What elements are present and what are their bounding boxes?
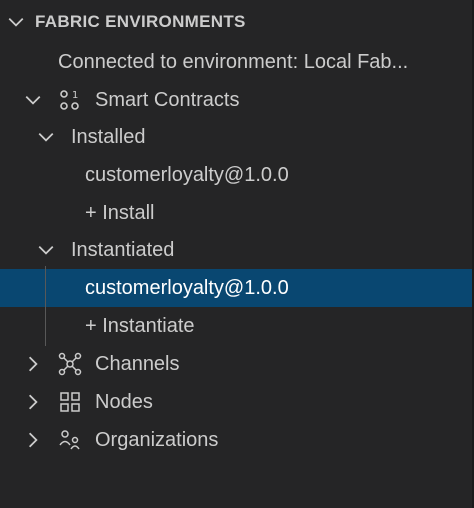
install-action-label: + Install: [85, 202, 155, 224]
instantiate-action[interactable]: + Instantiate: [0, 307, 472, 345]
tree-item-connection[interactable]: Connected to environment: Local Fab...: [0, 43, 472, 81]
chevron-right-icon: [28, 432, 38, 448]
installed-label: Installed: [71, 126, 146, 148]
tree-item-instantiated-contract[interactable]: customerloyalty@1.0.0: [0, 269, 472, 307]
smart-contracts-label: Smart Contracts: [95, 89, 240, 111]
tree-item-organizations[interactable]: Organizations: [0, 421, 472, 459]
channels-label: Channels: [95, 353, 180, 375]
section-header[interactable]: FABRIC ENVIRONMENTS: [0, 0, 472, 44]
instantiated-contract-label: customerloyalty@1.0.0: [85, 277, 289, 299]
smart-contracts-icon: 1: [60, 90, 79, 110]
nodes-label: Nodes: [95, 391, 153, 413]
chevron-right-icon: [28, 356, 38, 372]
svg-text:1: 1: [72, 90, 78, 101]
section-title: FABRIC ENVIRONMENTS: [35, 12, 246, 31]
chevron-down-icon: [38, 132, 54, 142]
instantiated-label: Instantiated: [71, 239, 175, 261]
install-action[interactable]: + Install: [0, 194, 472, 232]
tree-item-installed-contract[interactable]: customerloyalty@1.0.0: [0, 156, 472, 194]
tree-item-installed[interactable]: Installed: [0, 118, 472, 156]
channels-icon: [58, 352, 82, 376]
connection-label: Connected to environment: Local Fab...: [58, 51, 409, 73]
nodes-icon: [60, 392, 80, 412]
instantiate-action-label: + Instantiate: [85, 315, 195, 337]
chevron-down-icon: [8, 17, 24, 27]
chevron-down-icon: [38, 245, 54, 255]
organizations-icon: [59, 430, 80, 450]
indent-guide: [45, 266, 46, 346]
chevron-right-icon: [28, 394, 38, 410]
tree-item-smart-contracts[interactable]: 1 Smart Contracts: [0, 81, 472, 119]
fabric-environments-panel: FABRIC ENVIRONMENTS Connected to environ…: [0, 0, 474, 508]
organizations-label: Organizations: [95, 429, 219, 451]
installed-contract-label: customerloyalty@1.0.0: [85, 164, 289, 186]
tree-item-instantiated[interactable]: Instantiated: [0, 231, 472, 269]
tree-item-channels[interactable]: Channels: [0, 345, 472, 383]
chevron-down-icon: [25, 95, 41, 105]
tree-item-nodes[interactable]: Nodes: [0, 383, 472, 421]
